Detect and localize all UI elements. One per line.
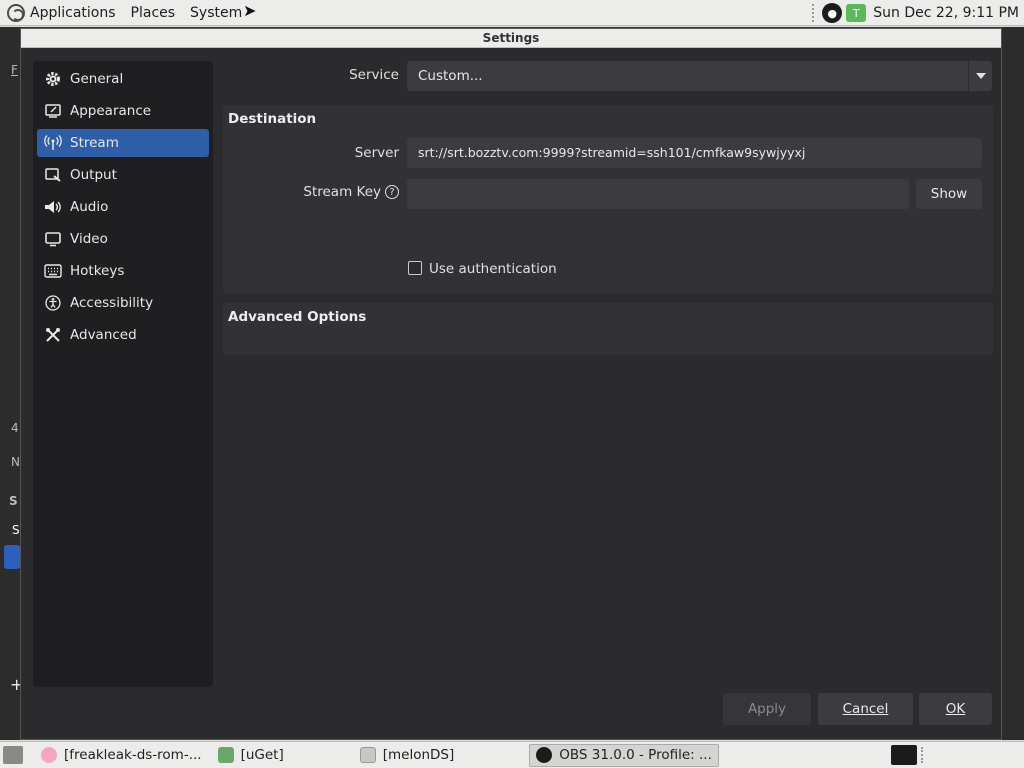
service-value: Custom...	[418, 68, 483, 84]
sidebar-item-label: Stream	[70, 135, 119, 151]
service-select[interactable]: Custom...	[407, 61, 992, 91]
gear-icon	[44, 70, 62, 88]
bg-text-fragment: S	[12, 523, 20, 537]
service-label: Service	[349, 67, 399, 83]
sidebar-item-label: Advanced	[70, 327, 137, 343]
task-label: [melonDS]	[382, 747, 455, 763]
sidebar-item-label: Video	[70, 231, 108, 247]
output-icon	[44, 166, 62, 184]
uget-tray-icon[interactable]: T	[846, 4, 867, 22]
uget-icon	[217, 747, 234, 763]
sidebar-item-hotkeys[interactable]: Hotkeys	[37, 257, 209, 285]
sidebar-item-video[interactable]: Video	[37, 225, 209, 253]
destination-group: Destination Server srt://srt.bozztv.com:…	[223, 105, 993, 293]
use-auth-checkbox[interactable]	[408, 261, 422, 275]
appearance-icon	[44, 102, 62, 120]
cancel-button[interactable]: Cancel	[818, 693, 913, 725]
settings-sidebar: General Appearance Stream Output Audio V…	[33, 61, 213, 687]
dialog-title[interactable]: Settings	[21, 29, 1001, 48]
task-label: [freakleak-ds-rom-...	[64, 747, 202, 763]
sidebar-item-label: General	[70, 71, 124, 87]
sidebar-item-label: Accessibility	[70, 295, 154, 311]
task-obs[interactable]: OBS 31.0.0 - Profile: ...	[529, 743, 719, 767]
monitor-icon	[44, 230, 62, 248]
obs-main-window-left-edge: F 4 N S S +	[0, 27, 23, 740]
keyboard-icon	[44, 262, 62, 280]
tray-grip-icon	[921, 747, 927, 763]
sidebar-item-appearance[interactable]: Appearance	[37, 97, 209, 125]
service-row: Service Custom...	[223, 61, 993, 91]
browser-icon	[41, 747, 57, 763]
task-label: [uGet]	[240, 747, 284, 763]
taskbar: [freakleak-ds-rom-... [uGet] [melonDS] O…	[0, 741, 1024, 768]
task-browser[interactable]: [freakleak-ds-rom-...	[35, 744, 208, 767]
system-tray: ● T Sun Dec 22, 9:11 PM	[812, 0, 1024, 26]
bg-selected-scene	[4, 545, 20, 569]
stream-key-label-wrap: Stream Key?	[223, 184, 399, 200]
settings-dialog: Settings General Appearance Stream Outpu…	[20, 28, 1002, 740]
sidebar-item-label: Audio	[70, 199, 109, 215]
advanced-options-group: Advanced Options	[223, 303, 993, 355]
server-label: Server	[354, 145, 399, 161]
destination-title: Destination	[228, 111, 317, 127]
mouse-pointer-icon: ➤	[243, 1, 257, 20]
sidebar-item-accessibility[interactable]: Accessibility	[37, 289, 209, 317]
use-auth-label[interactable]: Use authentication	[429, 261, 557, 277]
sidebar-item-label: Appearance	[70, 103, 152, 119]
bg-text-fragment: N	[11, 455, 20, 469]
obs-workspace-icon[interactable]	[891, 745, 917, 765]
chevron-down-icon[interactable]	[968, 61, 992, 91]
obs-icon	[536, 747, 553, 763]
top-panel: Applications Places System ● T Sun Dec 2…	[0, 0, 1024, 26]
ok-button[interactable]: OK	[919, 693, 992, 725]
sidebar-item-label: Output	[70, 167, 117, 183]
sidebar-item-advanced[interactable]: Advanced	[37, 321, 209, 349]
tray-grip-icon	[812, 4, 816, 22]
advanced-options-title[interactable]: Advanced Options	[228, 309, 366, 325]
speaker-icon	[44, 198, 62, 216]
sidebar-item-stream[interactable]: Stream	[37, 129, 209, 157]
obs-tray-icon[interactable]: ●	[822, 3, 843, 23]
sidebar-item-general[interactable]: General	[37, 65, 209, 93]
task-label: OBS 31.0.0 - Profile: ...	[559, 747, 712, 763]
server-input[interactable]: srt://srt.bozztv.com:9999?streamid=ssh10…	[407, 138, 982, 168]
sidebar-item-label: Hotkeys	[70, 263, 125, 279]
task-uget[interactable]: [uGet]	[212, 744, 290, 767]
folder-icon	[359, 747, 376, 763]
menu-applications[interactable]: Applications	[30, 5, 116, 21]
sidebar-item-output[interactable]: Output	[37, 161, 209, 189]
tools-icon	[44, 326, 62, 344]
apply-button[interactable]: Apply	[723, 693, 811, 725]
obs-main-window-right-edge	[1002, 27, 1024, 740]
stream-settings-panel: Service Custom... Destination Server srt…	[223, 61, 993, 355]
stream-key-label: Stream Key	[303, 184, 381, 200]
menu-places[interactable]: Places	[131, 5, 176, 21]
show-desktop-icon[interactable]	[3, 746, 23, 764]
clock[interactable]: Sun Dec 22, 9:11 PM	[873, 5, 1019, 21]
help-icon[interactable]: ?	[385, 185, 399, 199]
show-key-button[interactable]: Show	[916, 179, 982, 209]
stream-key-input[interactable]	[407, 179, 909, 209]
bg-text-fragment: 4	[11, 421, 19, 435]
bg-menu-fragment: F	[11, 63, 18, 77]
bg-text-fragment: S	[9, 494, 18, 508]
antenna-icon	[44, 134, 62, 152]
menu-system[interactable]: System	[190, 5, 242, 21]
task-melonds[interactable]: [melonDS]	[354, 744, 461, 767]
gnome-logo-icon[interactable]	[7, 3, 25, 22]
accessibility-icon	[44, 294, 62, 312]
sidebar-item-audio[interactable]: Audio	[37, 193, 209, 221]
